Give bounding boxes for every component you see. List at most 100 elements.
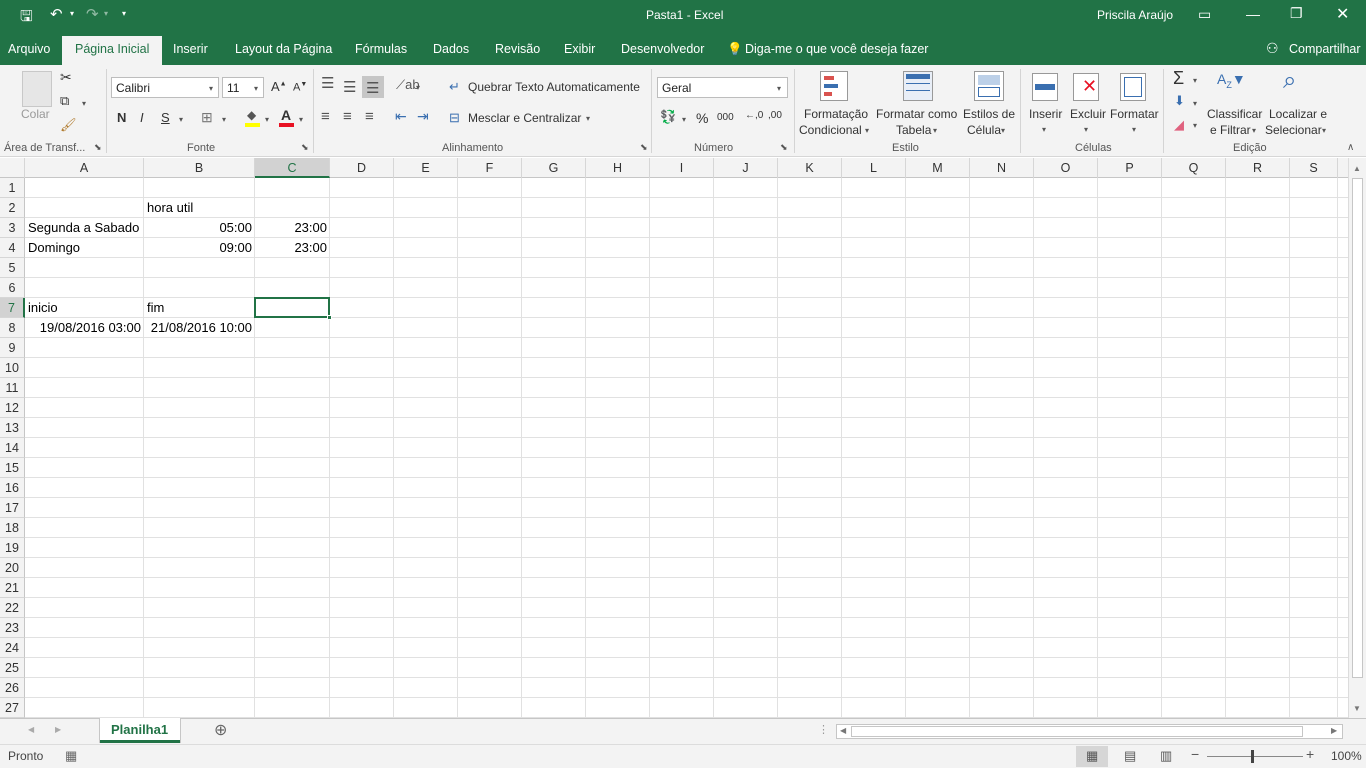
paste-button[interactable]: Colar	[21, 107, 50, 121]
tell-me-search[interactable]: Diga-me o que você deseja fazer	[745, 42, 928, 56]
format-dropdown-icon[interactable]: ▾	[1132, 125, 1136, 134]
decrease-indent-icon[interactable]: ⇤	[395, 108, 407, 125]
sort-filter-button[interactable]: Classificar	[1207, 107, 1262, 121]
column-header-m[interactable]: M	[906, 158, 970, 178]
row-header-1[interactable]: 1	[0, 178, 25, 198]
scroll-right-icon[interactable]: ▶	[1331, 726, 1337, 735]
column-header-o[interactable]: O	[1034, 158, 1098, 178]
decrease-decimal-icon[interactable]: ,00	[768, 110, 782, 121]
format-cells-icon[interactable]	[1120, 73, 1146, 101]
row-header-13[interactable]: 13	[0, 418, 25, 438]
bold-button[interactable]: N	[117, 110, 126, 125]
collapse-ribbon-icon[interactable]: ∧	[1347, 142, 1354, 153]
scroll-left-icon[interactable]: ◀	[840, 726, 846, 735]
cell-a4[interactable]: Domingo	[28, 238, 141, 258]
row-header-9[interactable]: 9	[0, 338, 25, 358]
column-header-k[interactable]: K	[778, 158, 842, 178]
font-size-dropdown-icon[interactable]: ▾	[254, 84, 258, 93]
customize-quick-access-icon[interactable]: ▾	[122, 9, 126, 18]
cell-styles-icon[interactable]	[974, 71, 1004, 101]
tab-layout-da-pagina[interactable]: Layout da Página	[235, 42, 332, 56]
conditional-formatting-icon[interactable]	[820, 71, 848, 101]
font-name-dropdown-icon[interactable]: ▾	[209, 84, 213, 93]
tab-dados[interactable]: Dados	[433, 42, 469, 56]
column-header-g[interactable]: G	[522, 158, 586, 178]
horizontal-scrollbar[interactable]: ◀ ▶	[836, 724, 1343, 739]
column-header-c[interactable]: C	[255, 158, 330, 178]
thousands-button[interactable]: 000	[717, 112, 734, 123]
clipboard-launcher-icon[interactable]: ⬊	[94, 142, 102, 153]
redo-dropdown-icon[interactable]: ▾	[104, 9, 108, 18]
row-header-6[interactable]: 6	[0, 278, 25, 298]
zoom-out-icon[interactable]: −	[1191, 746, 1199, 762]
increase-decimal-icon[interactable]: ←,0	[745, 110, 763, 121]
font-color-dropdown-icon[interactable]: ▾	[299, 115, 303, 124]
cell-a8[interactable]: 19/08/2016 03:00	[28, 318, 141, 338]
zoom-slider-handle[interactable]	[1251, 750, 1254, 763]
tab-formulas[interactable]: Fórmulas	[355, 42, 407, 56]
align-left-icon[interactable]: ≡	[321, 108, 330, 125]
font-name-box[interactable]: Calibri	[111, 77, 219, 98]
underline-dropdown-icon[interactable]: ▾	[179, 115, 183, 124]
cell-styles-dropdown-icon[interactable]: ▾	[1001, 126, 1005, 135]
user-name[interactable]: Priscila Araújo	[1097, 8, 1173, 22]
alignment-launcher-icon[interactable]: ⬊	[640, 142, 648, 153]
undo-icon[interactable]: ↶	[50, 5, 63, 23]
orientation-dropdown-icon[interactable]: ▾	[416, 83, 420, 92]
column-header-s[interactable]: S	[1290, 158, 1338, 178]
sort-filter-dropdown-icon[interactable]: ▾	[1252, 126, 1256, 135]
currency-dropdown-icon[interactable]: ▾	[682, 115, 686, 124]
tab-revisao[interactable]: Revisão	[495, 42, 540, 56]
cell-b3[interactable]: 05:00	[147, 218, 252, 238]
column-header-i[interactable]: I	[650, 158, 714, 178]
cut-icon[interactable]: ✂	[60, 69, 72, 86]
cell-b7[interactable]: fim	[147, 298, 252, 318]
column-header-d[interactable]: D	[330, 158, 394, 178]
find-select-button[interactable]: Localizar e	[1269, 107, 1327, 121]
align-center-icon[interactable]: ≡	[343, 108, 352, 125]
tab-inserir[interactable]: Inserir	[173, 42, 208, 56]
column-header-b[interactable]: B	[144, 158, 255, 178]
zoom-slider[interactable]	[1207, 756, 1303, 757]
ribbon-display-options-icon[interactable]: ▭	[1198, 6, 1211, 23]
cell-c3[interactable]: 23:00	[258, 218, 327, 238]
undo-dropdown-icon[interactable]: ▾	[70, 9, 74, 18]
sort-filter-icon[interactable]: AZ▼	[1217, 71, 1246, 90]
paste-icon[interactable]	[22, 71, 52, 107]
row-header-14[interactable]: 14	[0, 438, 25, 458]
cell-a3[interactable]: Segunda a Sabado	[28, 218, 141, 238]
row-header-25[interactable]: 25	[0, 658, 25, 678]
insert-cells-icon[interactable]	[1032, 73, 1058, 101]
scroll-up-icon[interactable]: ▲	[1353, 164, 1361, 173]
row-header-20[interactable]: 20	[0, 558, 25, 578]
zoom-in-icon[interactable]: +	[1306, 746, 1314, 762]
number-format-dropdown-icon[interactable]: ▾	[777, 84, 781, 93]
column-header-e[interactable]: E	[394, 158, 458, 178]
close-icon[interactable]: ✕	[1336, 4, 1349, 24]
cell-c4[interactable]: 23:00	[258, 238, 327, 258]
align-middle-icon[interactable]: ☰	[343, 78, 356, 96]
row-header-24[interactable]: 24	[0, 638, 25, 658]
row-header-15[interactable]: 15	[0, 458, 25, 478]
autosum-dropdown-icon[interactable]: ▾	[1193, 76, 1197, 85]
row-header-21[interactable]: 21	[0, 578, 25, 598]
save-icon[interactable]: 🖫	[20, 6, 33, 31]
column-header-a[interactable]: A	[25, 158, 144, 178]
format-painter-icon[interactable]: 🖌	[60, 117, 77, 133]
row-header-27[interactable]: 27	[0, 698, 25, 718]
add-sheet-icon[interactable]: ⊕	[214, 720, 227, 740]
merge-dropdown-icon[interactable]: ▾	[586, 114, 590, 123]
format-as-table-icon[interactable]	[903, 71, 933, 101]
find-select-icon[interactable]: ⌕	[1283, 67, 1296, 95]
column-header-n[interactable]: N	[970, 158, 1034, 178]
underline-button[interactable]: S	[161, 110, 170, 125]
row-header-11[interactable]: 11	[0, 378, 25, 398]
autosum-icon[interactable]: Σ	[1173, 68, 1184, 89]
scroll-down-icon[interactable]: ▼	[1353, 704, 1361, 713]
row-header-26[interactable]: 26	[0, 678, 25, 698]
clear-dropdown-icon[interactable]: ▾	[1193, 121, 1197, 130]
borders-dropdown-icon[interactable]: ▾	[222, 115, 226, 124]
row-header-4[interactable]: 4	[0, 238, 25, 258]
conditional-dropdown-icon[interactable]: ▾	[865, 126, 869, 135]
selected-cell-c7[interactable]	[254, 297, 332, 320]
